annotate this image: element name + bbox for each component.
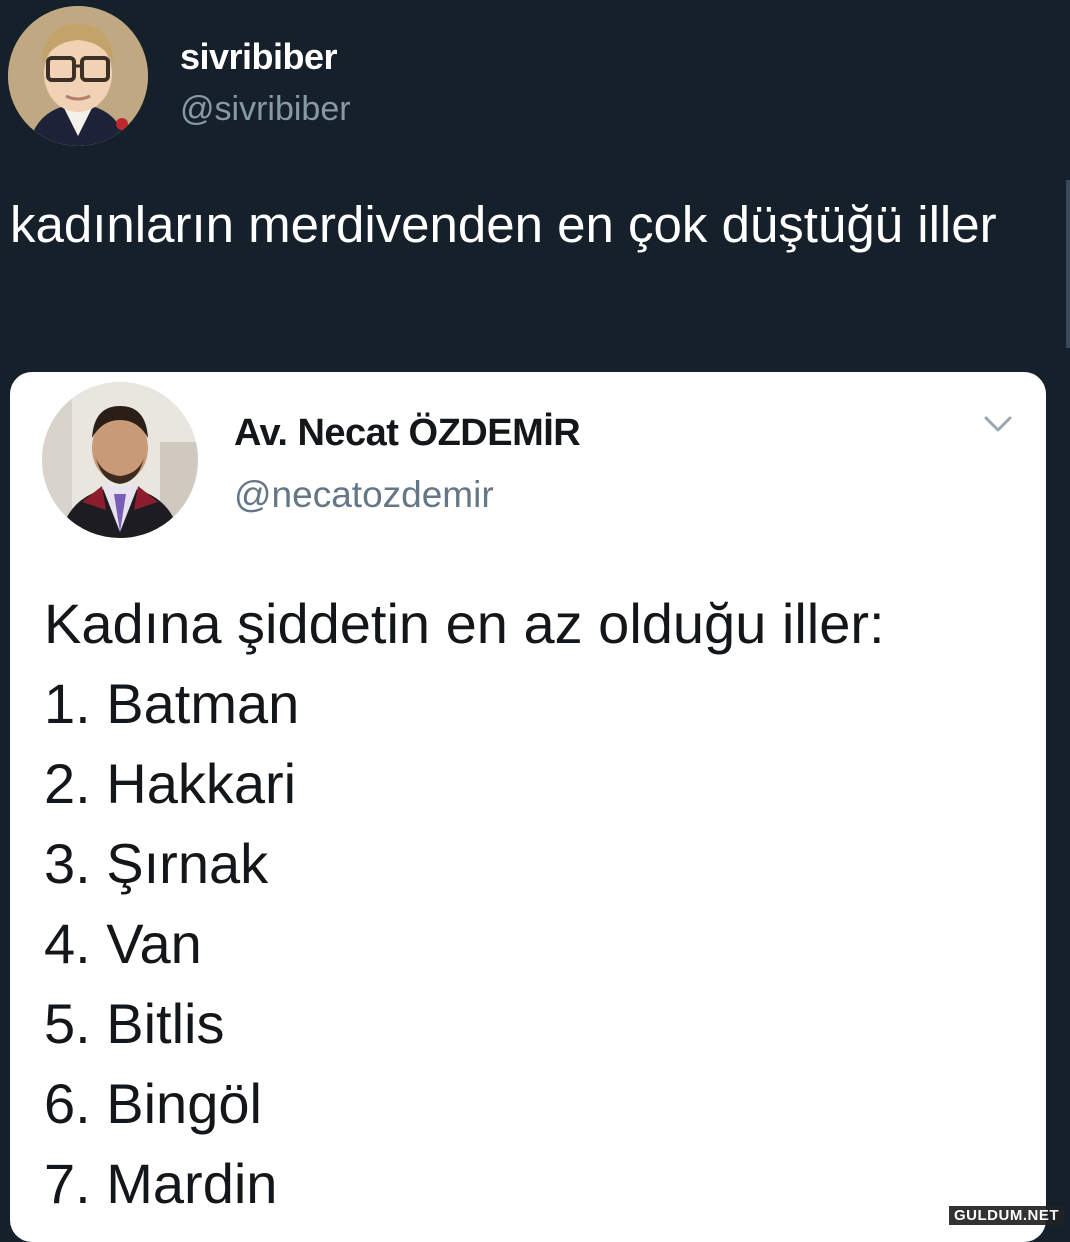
outer-tweet-header: sivribiber @sivribiber (8, 6, 708, 146)
inner-display-name[interactable]: Av. Necat ÖZDEMİR (234, 412, 581, 455)
quoted-tweet-body: Kadına şiddetin en az olduğu iller: 1. B… (44, 584, 1034, 1224)
outer-display-name[interactable]: sivribiber (180, 36, 338, 78)
quoted-heading: Kadına şiddetin en az olduğu iller: (44, 592, 885, 655)
inner-handle[interactable]: @necatozdemir (234, 474, 494, 516)
outer-avatar[interactable] (8, 6, 148, 146)
list-item: 7. Mardin (44, 1152, 278, 1215)
list-item: 3. Şırnak (44, 832, 269, 895)
list-item: 4. Van (44, 912, 202, 975)
city-list: 1. Batman 2. Hakkari 3. Şırnak 4. Van 5.… (44, 664, 1034, 1224)
list-item: 1. Batman (44, 672, 300, 735)
chevron-down-icon[interactable] (980, 412, 1016, 436)
profile-photo-icon (8, 6, 148, 146)
list-item: 6. Bingöl (44, 1072, 262, 1135)
list-item: 5. Bitlis (44, 992, 225, 1055)
inner-avatar[interactable] (42, 382, 198, 538)
profile-photo-icon (42, 382, 198, 538)
scroll-indicator (1066, 180, 1070, 348)
outer-tweet-text: kadınların merdivenden en çok düştüğü il… (10, 196, 997, 253)
watermark: GULDUM.NET (949, 1206, 1064, 1225)
quoted-tweet-card[interactable]: Av. Necat ÖZDEMİR @necatozdemir Kadına ş… (10, 372, 1046, 1242)
outer-handle[interactable]: @sivribiber (180, 90, 351, 129)
list-item: 2. Hakkari (44, 752, 297, 815)
